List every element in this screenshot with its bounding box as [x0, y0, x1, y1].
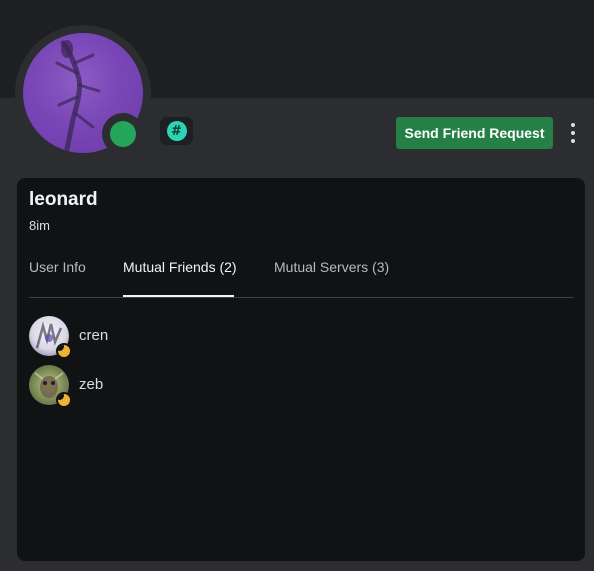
tab-mutual-friends[interactable]: Mutual Friends (2) [123, 259, 237, 275]
list-item[interactable]: zeb [29, 365, 229, 408]
online-status-icon [110, 121, 136, 147]
tab-divider [29, 297, 574, 298]
hash-badge-icon[interactable]: # [160, 117, 193, 145]
ellipsis-dot [571, 123, 575, 127]
tab-user-info[interactable]: User Info [29, 259, 86, 275]
friend-name: cren [79, 327, 109, 344]
ellipsis-dot [571, 139, 575, 143]
badge-glyph: # [166, 121, 187, 141]
ellipsis-dot [571, 131, 575, 135]
username: leonard [29, 189, 98, 210]
moon-icon [58, 345, 70, 357]
active-tab-indicator [123, 295, 234, 297]
user-tag: 8im [29, 218, 50, 233]
list-item[interactable]: cren [29, 316, 229, 359]
friend-name: zeb [79, 376, 104, 393]
moon-icon [58, 394, 70, 406]
vertical-ellipsis-icon[interactable] [566, 120, 580, 146]
send-friend-request-button[interactable]: Send Friend Request [396, 117, 553, 149]
tab-mutual-servers[interactable]: Mutual Servers (3) [274, 259, 389, 275]
